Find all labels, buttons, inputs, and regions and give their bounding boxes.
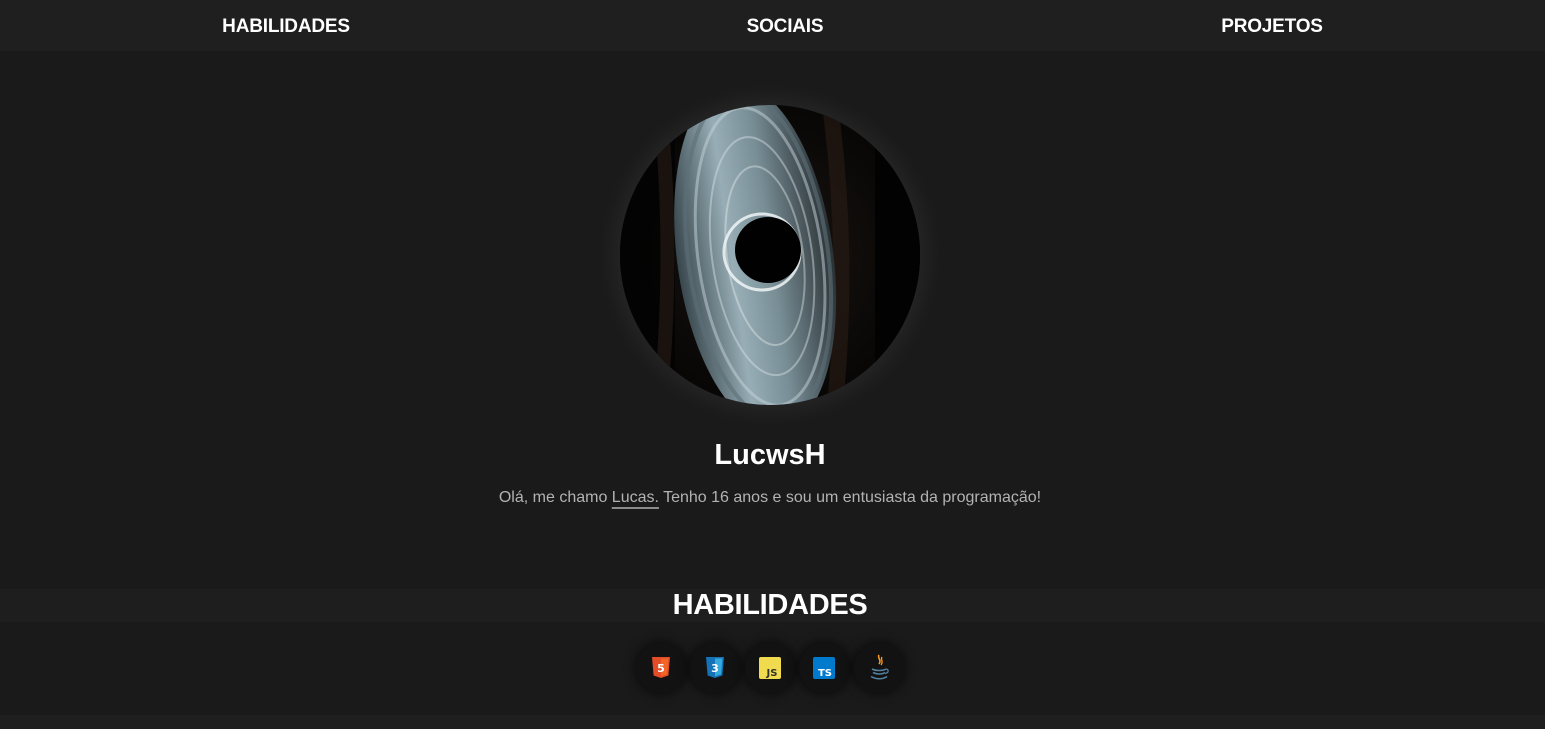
top-nav: HABILIDADES SOCIAIS PROJETOS [0, 0, 1545, 51]
javascript-icon[interactable]: JS [745, 643, 795, 693]
typescript-icon-label: TS [818, 668, 832, 679]
nav-link-sociais[interactable]: SOCIAIS [747, 16, 824, 38]
typescript-icon[interactable]: TS [799, 643, 849, 693]
css3-icon-label: 3 [711, 662, 719, 675]
bio-text-start: Olá, me chamo [498, 489, 612, 506]
skills-footer-band [0, 715, 1545, 729]
java-icon[interactable] [854, 643, 904, 693]
profile-bio: Olá, me chamo Lucas. Tenho 16 anos e sou… [0, 489, 1540, 507]
black-hole-image [620, 105, 920, 405]
hero-section: LucwsH Olá, me chamo Lucas. Tenho 16 ano… [0, 51, 1545, 589]
profile-name: LucwsH [714, 439, 826, 471]
javascript-icon-label: JS [766, 668, 778, 679]
nav-link-projetos[interactable]: PROJETOS [1221, 16, 1323, 38]
skills-title: HABILIDADES [672, 589, 868, 621]
bio-name-link[interactable]: Lucas. [612, 489, 659, 506]
avatar [620, 105, 920, 405]
css3-icon[interactable]: 3 [690, 643, 740, 693]
bio-text-end: Tenho 16 anos e sou um entusiasta da pro… [658, 489, 1042, 506]
nav-link-habilidades[interactable]: HABILIDADES [222, 16, 350, 38]
html5-icon-label: 5 [657, 662, 665, 675]
html5-icon[interactable]: 5 [636, 643, 686, 693]
